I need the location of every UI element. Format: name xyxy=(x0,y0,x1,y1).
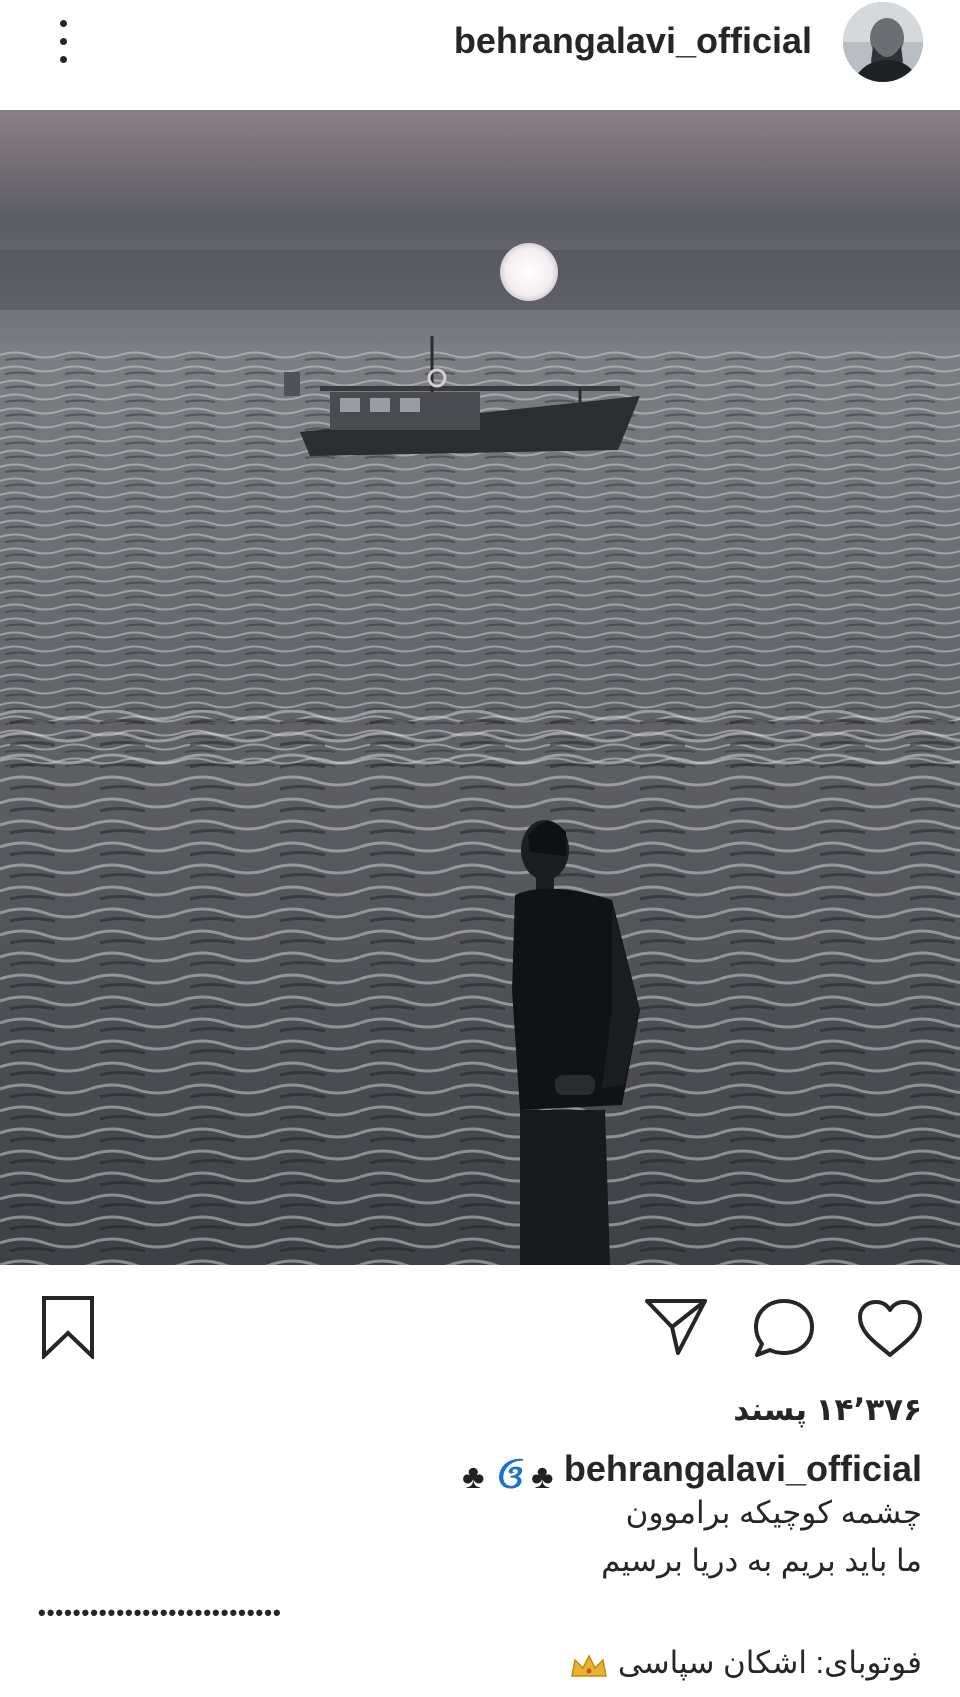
photo-credit: فوتوبای: اشکان سپاسی xyxy=(563,1645,922,1681)
likes-count[interactable]: ۱۴٬۳۷۶ پسند xyxy=(733,1390,922,1430)
heart-icon[interactable] xyxy=(856,1299,924,1364)
caption-username[interactable]: behrangalavi_official xyxy=(564,1448,922,1489)
caption-line: چشمه کوچیکه براموون xyxy=(625,1495,922,1530)
club-emoji-icon: ♣ xyxy=(531,1457,554,1496)
caption-separator: •••••••••••••••••••••••••••• xyxy=(38,1600,282,1625)
post-photo[interactable] xyxy=(0,110,960,1265)
caption-header: ♣ ઉ ♣ behrangalavi_official xyxy=(462,1443,922,1496)
bookmark-icon[interactable] xyxy=(40,1295,96,1364)
comment-bubble-icon[interactable] xyxy=(752,1297,816,1364)
more-options-icon[interactable] xyxy=(48,14,78,70)
post-author-username[interactable]: behrangalavi_official xyxy=(454,16,812,66)
avatar[interactable] xyxy=(843,2,923,82)
swirl-emoji-icon: ઉ xyxy=(494,1457,521,1496)
post-header: behrangalavi_official xyxy=(0,0,960,108)
caption-line: ما باید بریم به دریا برسیم xyxy=(601,1543,922,1578)
photo-credit-text: فوتوبای: اشکان سپاسی xyxy=(617,1645,922,1680)
post-action-bar xyxy=(0,1275,960,1370)
paper-plane-icon[interactable] xyxy=(644,1297,708,1362)
crown-emoji-icon xyxy=(569,1652,609,1678)
club-emoji-icon: ♣ xyxy=(462,1457,485,1496)
